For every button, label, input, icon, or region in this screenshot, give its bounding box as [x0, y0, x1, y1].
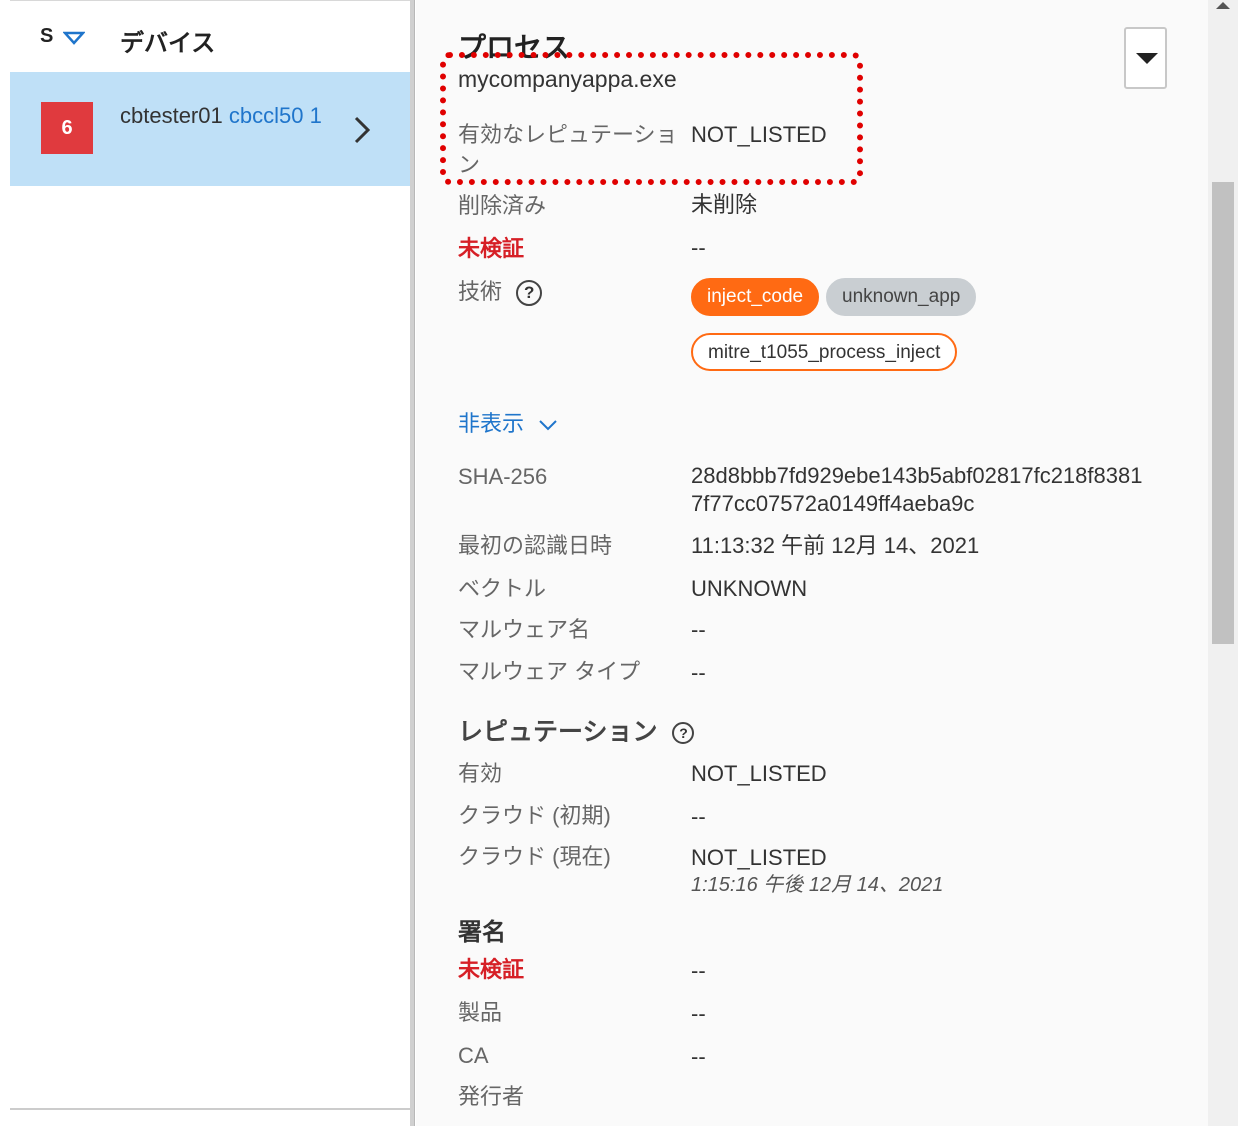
- technique-label: 技術: [458, 279, 503, 304]
- sha256-value-line1: 28d8bbb7fd929ebe143b5abf02817fc218f8381: [691, 463, 1143, 488]
- device-list-panel: S デバイス 6 cbtester01 cbccl50 1: [0, 0, 415, 1126]
- ca-value: --: [691, 1044, 706, 1069]
- deleted-value: 未削除: [691, 192, 758, 217]
- window-edge: [1238, 0, 1245, 1126]
- signature-unverified-value: --: [691, 958, 706, 983]
- reputation-effective-label: 有効: [458, 761, 503, 786]
- help-icon[interactable]: ?: [672, 722, 695, 745]
- process-name: mycompanyappa.exe: [458, 66, 677, 92]
- vector-label: ベクトル: [458, 576, 547, 601]
- first-seen-label: 最初の認識日時: [458, 533, 613, 558]
- ca-label: CA: [458, 1043, 489, 1068]
- reputation-effective-value: NOT_LISTED: [691, 761, 827, 786]
- collapse-button[interactable]: [1124, 27, 1167, 89]
- malware-type-value: --: [691, 660, 706, 685]
- device-id-text[interactable]: cbccl50 1: [229, 103, 322, 128]
- device-list-row[interactable]: 6 cbtester01 cbccl50 1: [10, 72, 410, 186]
- product-label: 製品: [458, 1000, 503, 1025]
- product-value: --: [691, 1001, 706, 1026]
- chevron-right-icon[interactable]: [352, 115, 372, 145]
- first-seen-value: 11:13:32 午前 12月 14、2021: [691, 533, 980, 558]
- hide-details-label: 非表示: [458, 411, 525, 436]
- cloud-initial-value: --: [691, 804, 706, 829]
- deleted-label: 削除済み: [458, 193, 547, 218]
- process-section-title: プロセス: [458, 32, 571, 63]
- device-name-text: cbtester01: [120, 103, 223, 128]
- cloud-initial-label: クラウド (初期): [458, 803, 611, 828]
- malware-type-label: マルウェア タイプ: [458, 659, 641, 684]
- sort-down-icon[interactable]: [63, 31, 85, 45]
- cloud-current-value: NOT_LISTED: [691, 845, 827, 870]
- hide-details-toggle[interactable]: 非表示: [458, 406, 558, 438]
- sha256-value: 28d8bbb7fd929ebe143b5abf02817fc218f8381 …: [691, 462, 1142, 518]
- cloud-current-timestamp: 1:15:16 午後 12月 14、2021: [691, 874, 944, 896]
- reputation-section-title: レピュテーション ?: [458, 712, 695, 748]
- device-list-header: S デバイス: [10, 0, 410, 72]
- sha256-label: SHA-256: [458, 464, 548, 489]
- effective-reputation-value: NOT_LISTED: [691, 122, 827, 147]
- malware-name-label: マルウェア名: [458, 617, 591, 642]
- technique-label-row: 技術 ?: [458, 277, 678, 307]
- chevron-down-icon: [539, 420, 557, 431]
- column-header-device[interactable]: デバイス: [120, 23, 215, 58]
- severity-sort-label[interactable]: S: [40, 25, 53, 48]
- signature-section-title: 署名: [458, 919, 506, 946]
- tag-inject-code[interactable]: inject_code: [691, 278, 820, 316]
- list-bottom-divider: [10, 1108, 410, 1110]
- tag-mitre-t1055[interactable]: mitre_t1055_process_inject: [691, 333, 958, 371]
- sha256-value-line2: 7f77cc07572a0149ff4aeba9c: [691, 491, 975, 516]
- issuer-label: 発行者: [458, 1084, 525, 1109]
- vertical-scrollbar[interactable]: [1208, 0, 1238, 1126]
- severity-badge: 6: [41, 102, 93, 154]
- device-name: cbtester01 cbccl50 1: [120, 102, 340, 130]
- help-icon[interactable]: ?: [516, 280, 543, 307]
- process-detail-panel: プロセス mycompanyappa.exe 有効なレピュテーション NOT_L…: [416, 0, 1208, 1126]
- panel-resize-divider[interactable]: [410, 0, 415, 1126]
- effective-reputation-label: 有効なレピュテーション: [458, 122, 678, 177]
- unverified-value: --: [691, 235, 706, 260]
- cloud-current-label: クラウド (現在): [458, 844, 611, 869]
- scroll-up-arrow-icon[interactable]: [1214, 0, 1232, 10]
- vector-value: UNKNOWN: [691, 576, 808, 601]
- malware-name-value: --: [691, 617, 706, 642]
- unverified-label: 未検証: [458, 236, 525, 261]
- scrollbar-thumb[interactable]: [1212, 182, 1234, 644]
- reputation-title-text: レピュテーション: [458, 718, 658, 746]
- tag-unknown-app[interactable]: unknown_app: [826, 278, 977, 316]
- caret-down-icon: [1136, 53, 1158, 64]
- signature-unverified-label: 未検証: [458, 957, 525, 982]
